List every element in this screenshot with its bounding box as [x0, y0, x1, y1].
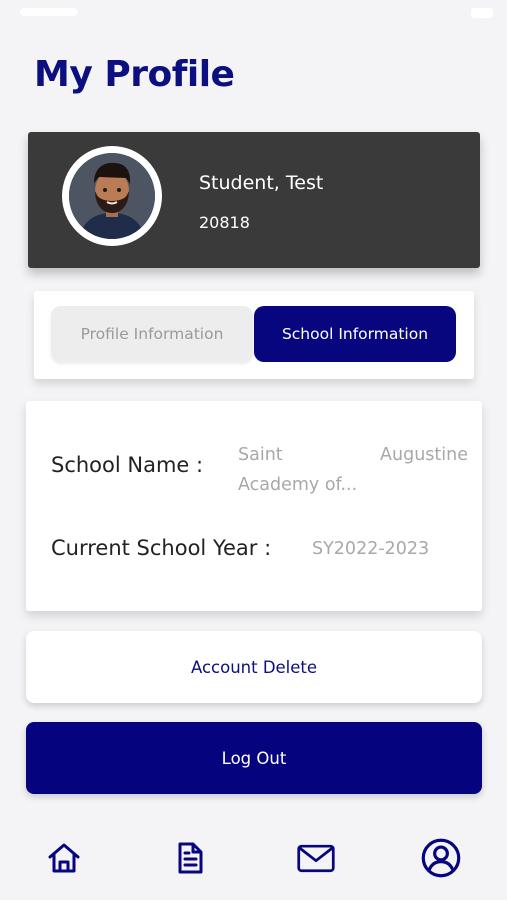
tab-profile-information[interactable]: Profile Information: [51, 306, 253, 362]
school-year-value: SY2022-2023: [312, 539, 430, 559]
nav-profile[interactable]: [421, 838, 461, 878]
document-icon: [178, 842, 203, 874]
school-info-card: School Name : Saint Augustine Academy of…: [26, 401, 482, 611]
school-name-word-1: Saint: [238, 445, 283, 465]
avatar-ring: [62, 146, 162, 246]
school-name-label: School Name :: [51, 453, 204, 477]
status-signal: [20, 8, 78, 16]
student-id: 20818: [199, 213, 250, 232]
nav-home[interactable]: [44, 838, 84, 878]
avatar: [69, 153, 155, 239]
tab-bar: Profile Information School Information: [34, 291, 474, 379]
tab-school-information[interactable]: School Information: [254, 306, 456, 362]
battery-icon: [471, 8, 493, 18]
school-name-line-2: Academy of...: [238, 475, 358, 495]
account-delete-button[interactable]: Account Delete: [26, 631, 482, 703]
nav-messages[interactable]: [296, 838, 336, 878]
profile-icon: [421, 838, 461, 878]
status-bar: [0, 0, 507, 28]
page-title: My Profile: [34, 54, 235, 95]
student-name: Student, Test: [199, 172, 324, 194]
mail-icon: [297, 844, 335, 873]
logout-button[interactable]: Log Out: [26, 722, 482, 794]
profile-card: Student, Test 20818: [28, 132, 480, 268]
school-name-word-2: Augustine: [380, 445, 468, 465]
avatar-illustration: [69, 153, 155, 239]
school-year-label: Current School Year :: [51, 536, 272, 560]
home-icon: [48, 843, 80, 873]
nav-documents[interactable]: [170, 838, 210, 878]
school-name-value: Saint Augustine Academy of...: [238, 440, 468, 500]
